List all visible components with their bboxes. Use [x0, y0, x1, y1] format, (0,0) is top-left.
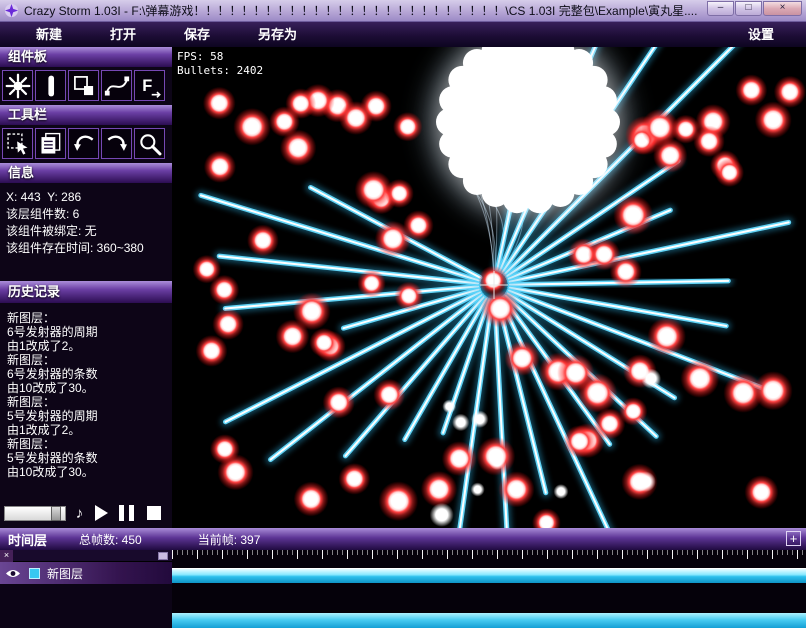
undo-icon	[73, 135, 93, 151]
bullet-counter: Bullets: 2402	[177, 64, 264, 77]
layer-name: 新图层	[47, 566, 84, 581]
menu-new[interactable]: 新建	[12, 22, 86, 47]
force-field-button[interactable]: F	[134, 70, 165, 101]
history-entry: 由1改成了2。	[7, 423, 81, 437]
sidebar: 组件板 F 工具栏 信息 X: 443 Y: 286 该层组件数: 6 该组件被…	[0, 47, 172, 528]
history-entry: 由10改成了30。	[7, 381, 94, 395]
preview-canvas[interactable]: FPS: 58 Bullets: 2402	[172, 47, 806, 528]
info-panel-header: 信息	[0, 163, 172, 183]
playback-controls: ♪	[4, 502, 161, 524]
layer-color-swatch[interactable]	[29, 567, 40, 579]
stop-button[interactable]	[147, 506, 161, 520]
menu-save-as[interactable]: 另存为	[234, 22, 321, 47]
layer-list-scroll-thumb[interactable]	[158, 552, 168, 560]
add-layer-button[interactable]: +	[786, 531, 801, 546]
minimize-button[interactable]: –	[707, 1, 734, 16]
copy-button[interactable]	[35, 128, 66, 159]
svg-text:F: F	[142, 77, 152, 95]
close-button[interactable]: ×	[763, 1, 802, 16]
menubar: 新建 打开 保存 另存为 设置	[0, 22, 806, 47]
timeline-scrollbar[interactable]	[172, 613, 806, 628]
menu-open[interactable]: 打开	[86, 22, 160, 47]
crazystorm-window: Crazy Storm 1.03I - F:\弹幕游戏！！！！！！！！！！！！！…	[0, 0, 806, 628]
info-line: 该层组件数: 6	[6, 207, 80, 221]
force-field-icon: F	[142, 77, 161, 98]
curve-button[interactable]	[101, 70, 132, 101]
layer-track	[172, 564, 806, 584]
timeline-track-area	[172, 550, 806, 628]
tool-icon-row	[0, 125, 172, 163]
timeline-ruler[interactable]	[172, 550, 806, 560]
play-button[interactable]	[95, 505, 108, 521]
layer-visibility-toggle[interactable]	[5, 568, 21, 579]
history-entry: 新图层：	[7, 353, 56, 367]
history-entry: 由10改成了30。	[7, 465, 94, 479]
rect-button[interactable]	[68, 70, 99, 101]
titlebar[interactable]: Crazy Storm 1.03I - F:\弹幕游戏！！！！！！！！！！！！！…	[0, 0, 806, 22]
rect-icon	[73, 75, 93, 95]
history-entry: 6号发射器的条数	[7, 367, 98, 381]
laser-button[interactable]	[35, 70, 66, 101]
select-button[interactable]	[2, 128, 33, 159]
maximize-button[interactable]: □	[735, 1, 762, 16]
tool-panel-header: 工具栏	[0, 105, 172, 125]
zoom-icon	[139, 133, 161, 155]
layer-list: × 新图层	[0, 550, 172, 628]
copy-icon	[40, 132, 60, 154]
history-panel: 新图层： 6号发射器的周期 由1改成了2。 新图层： 6号发射器的条数 由10改…	[0, 303, 172, 487]
component-panel-header: 组件板	[0, 47, 172, 67]
info-line: X: 443 Y: 286	[6, 190, 82, 204]
emitter-button[interactable]	[2, 70, 33, 101]
speed-slider[interactable]	[4, 505, 66, 521]
info-panel: X: 443 Y: 286 该层组件数: 6 该组件被绑定: 无 该组件存在时间…	[0, 183, 172, 261]
window-title: Crazy Storm 1.03I - F:\弹幕游戏！！！！！！！！！！！！！…	[24, 4, 698, 18]
history-entry: 新图层：	[7, 437, 56, 451]
speed-slider-handle[interactable]	[51, 505, 61, 521]
info-line: 该组件存在时间: 360~380	[6, 241, 144, 255]
layer-list-scrollbar[interactable]: ×	[0, 550, 172, 562]
history-entry: 新图层：	[7, 311, 56, 325]
laser-icon	[47, 75, 54, 96]
history-entry: 由1改成了2。	[7, 339, 81, 353]
select-icon	[6, 132, 28, 155]
app-icon	[4, 3, 19, 18]
component-icon-row: F	[0, 67, 172, 105]
undo-button[interactable]	[68, 128, 99, 159]
redo-icon	[107, 135, 127, 151]
history-panel-header: 历史记录	[0, 281, 172, 303]
emitter-icon	[5, 73, 30, 98]
menu-save[interactable]: 保存	[160, 22, 234, 47]
total-frames-label: 总帧数: 450	[79, 532, 142, 547]
timeline-close-button[interactable]: ×	[0, 550, 13, 562]
zoom-tool-button[interactable]	[134, 128, 165, 159]
menu-settings[interactable]: 设置	[744, 22, 778, 47]
pause-button[interactable]	[119, 505, 134, 521]
bullet-pattern	[192, 47, 806, 528]
timeline-header: 时间层 总帧数: 450 当前帧: 397 +	[0, 528, 806, 550]
current-frame-label: 当前帧: 397	[197, 532, 261, 547]
curve-icon	[104, 75, 129, 96]
eye-icon	[6, 569, 20, 577]
layer-duration-bar[interactable]	[172, 568, 806, 583]
redo-button[interactable]	[101, 128, 132, 159]
note-icon[interactable]: ♪	[72, 505, 87, 522]
timeline-body: × 新图层	[0, 550, 806, 628]
fps-counter: FPS: 58	[177, 50, 224, 63]
history-entry: 5号发射器的条数	[7, 451, 98, 465]
window-controls: – □ ×	[707, 1, 802, 16]
history-entry: 5号发射器的周期	[7, 409, 98, 423]
history-entry: 新图层：	[7, 395, 56, 409]
layer-row[interactable]: 新图层	[0, 562, 172, 584]
timeline-title: 时间层	[8, 532, 48, 548]
info-line: 该组件被绑定: 无	[6, 224, 97, 238]
history-entry: 6号发射器的周期	[7, 325, 98, 339]
